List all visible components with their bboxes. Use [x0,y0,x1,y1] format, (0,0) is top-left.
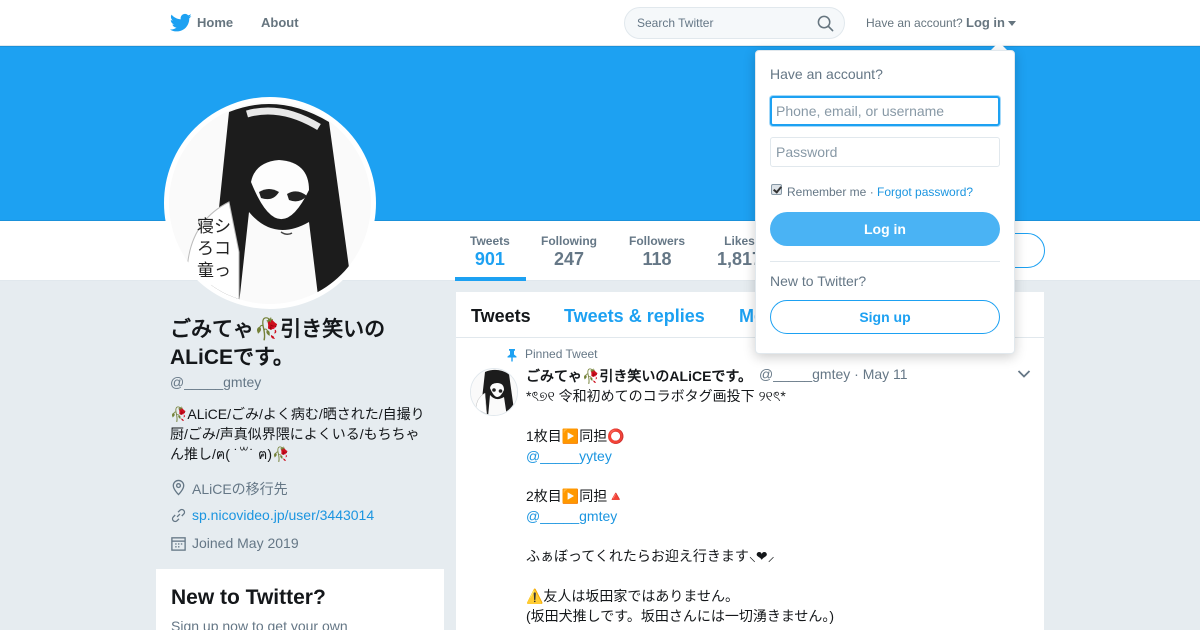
tweet-line: ⚠️友人は坂田家ではありません。 [526,588,740,604]
signup-button[interactable]: Sign up [770,300,1000,334]
tweet-avatar-image [471,369,517,415]
manga-avatar-image: 寝シ ろコ 童っ [169,102,371,304]
website-link[interactable]: sp.nicovideo.jp/user/3443014 [192,507,374,523]
pin-icon [507,349,517,362]
profile-avatar[interactable]: 寝シ ろコ 童っ [164,97,376,309]
password-placeholder: Password [776,144,838,160]
tweet-line: (坂田犬推しです。坂田さんには一切湧きません。) [526,608,835,624]
stat-value: 901 [474,249,505,269]
stat-label: Tweets [470,234,510,248]
login-dropdown-title: Have an account? [770,66,883,82]
svg-text:童っ: 童っ [197,261,231,281]
remember-me-label[interactable]: Remember me [787,185,866,199]
login-dropdown: Have an account? Phone, email, or userna… [755,50,1015,354]
tweet-author-name[interactable]: ごみてゃ🥀引き笑いのALiCEです。 [526,366,752,386]
stat-label: Following [541,234,597,248]
profile-name-line: ALiCEです。 [170,346,294,369]
profile-name-line: ごみてゃ🥀引き笑いの [170,318,386,341]
new-to-twitter-text: New to Twitter? [770,273,867,289]
tweet-line [526,406,1031,426]
twitter-bird-icon[interactable] [170,13,192,33]
tweet-line [526,466,1031,486]
signup-card-title: New to Twitter? [171,586,326,609]
username-placeholder: Phone, email, or username [776,103,945,119]
location-text: ALiCEの移行先 [192,481,288,497]
search-input[interactable]: Search Twitter [624,7,845,39]
signup-button-label: Sign up [859,309,911,325]
search-placeholder: Search Twitter [637,16,714,30]
search-icon[interactable] [817,15,834,32]
login-button[interactable]: Log in [770,212,1000,246]
login-button-label: Log in [864,221,906,237]
signup-card-subtitle: Sign up now to get your own [171,618,348,630]
profile-bio: 🥀ALiCE/ごみ/よく病む/晒された/自撮り厨/ごみ/声真似界隈によくいる/も… [170,406,425,462]
about-link[interactable]: About [261,15,299,30]
username-field[interactable]: Phone, email, or username [770,96,1000,126]
svg-text:ろコ: ろコ [197,239,231,259]
separator-dot: · [866,185,878,199]
tweet-line: 1枚目▶️同担⭕️ [526,428,625,444]
profile-handle[interactable]: @_____gmtey [170,374,261,390]
tweet-line: *ৎ୭୧ 令和初めてのコラボタグ画投下 ୨୧ৎ* [526,388,786,404]
remember-me-row: Remember me · Forgot password? [787,185,973,199]
stat-label: Followers [629,234,686,248]
password-field[interactable]: Password [770,137,1000,167]
stat-value: 118 [642,249,672,269]
link-icon [171,508,186,523]
tab-tweets-replies[interactable]: Tweets & replies [564,306,705,327]
top-nav: Home About Search Twitter Have an accoun… [0,0,1200,46]
tweet-handle-date[interactable]: @_____gmtey · May 11 [759,366,908,382]
profile-name: ごみてゃ🥀引き笑いの ALiCEです。 [170,316,430,372]
home-link[interactable]: Home [197,15,233,30]
divider [770,261,1000,262]
active-stat-underline [455,277,526,281]
chevron-down-icon[interactable] [1017,369,1031,379]
chevron-down-icon[interactable] [1008,21,1016,26]
joined-text: Joined May 2019 [192,535,299,551]
pinned-tweet-label: Pinned Tweet [525,347,598,361]
tweet-avatar[interactable] [470,368,518,416]
tweet-line: ふぁぼってくれたらお迎え行きます⸜❤︎⸝ [526,548,775,564]
tab-tweets[interactable]: Tweets [471,306,531,327]
tweet-mention-link[interactable]: @_____yytey [526,446,1031,466]
tweet-text: *ৎ୭୧ 令和初めてのコラボタグ画投下 ୨୧ৎ* 1枚目▶️同担⭕️ @____… [526,386,1031,626]
location-pin-icon [172,479,185,496]
tweet-line [526,526,1031,546]
forgot-password-link[interactable]: Forgot password? [877,185,973,199]
stat-followers[interactable]: Followers 118 [629,234,685,270]
stat-tweets[interactable]: Tweets 901 [470,234,510,270]
avatar-lettering: 寝シ [197,216,231,237]
stat-following[interactable]: Following 247 [541,234,597,270]
new-to-twitter-card: New to Twitter? Sign up now to get your … [156,569,444,630]
login-dropdown-toggle[interactable]: Log in [966,15,1005,30]
tweet-mention-link[interactable]: @_____gmtey [526,506,1031,526]
tweet-line: 2枚目▶️同担🔺 [526,488,625,504]
calendar-icon [171,537,186,551]
remember-me-checkbox[interactable] [771,184,782,195]
tweet-line [526,566,1031,586]
stat-value: 247 [553,249,585,269]
have-account-text: Have an account? [866,16,963,30]
